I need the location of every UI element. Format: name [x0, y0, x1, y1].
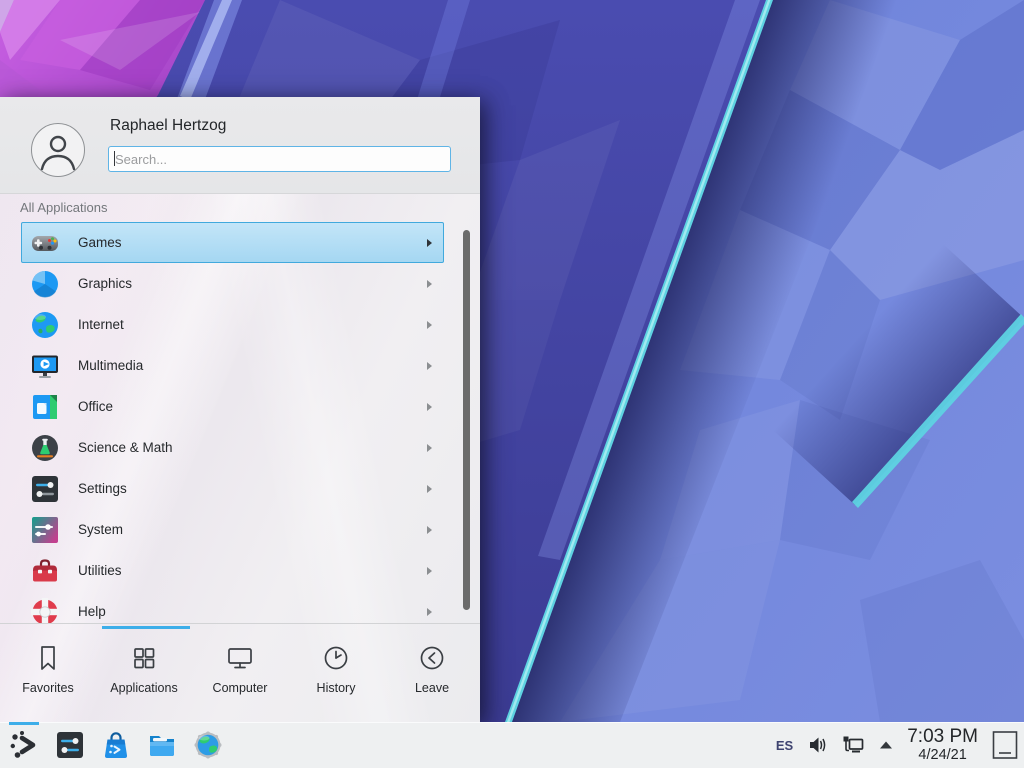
history-clock-icon: [320, 642, 352, 674]
tab-computer[interactable]: Computer: [192, 624, 288, 723]
applications-grid-icon: [128, 642, 160, 674]
digital-clock[interactable]: 7:03 PM 4/24/21: [907, 727, 978, 763]
category-row-science-math[interactable]: Science & Math: [0, 427, 480, 468]
tab-history[interactable]: History: [288, 624, 384, 723]
launcher-tab-bar: Favorites Applications: [0, 623, 480, 723]
section-label: All Applications: [20, 200, 107, 215]
active-tab-indicator: [102, 626, 190, 629]
submenu-arrow-icon: [427, 239, 432, 247]
tab-label: Favorites: [22, 681, 73, 695]
category-label: System: [78, 522, 123, 537]
category-row-graphics[interactable]: Graphics: [0, 263, 480, 304]
tab-label: Applications: [110, 681, 177, 695]
text-caret: [114, 151, 115, 166]
keyboard-layout-indicator[interactable]: ES: [776, 738, 793, 753]
favorites-bookmark-icon: [32, 642, 64, 674]
submenu-arrow-icon: [427, 403, 432, 411]
submenu-arrow-icon: [427, 485, 432, 493]
category-label: Multimedia: [78, 358, 143, 373]
tab-applications[interactable]: Applications: [96, 624, 192, 723]
office-category-icon: [29, 391, 61, 423]
launcher-header: Raphael Hertzog: [0, 97, 480, 194]
category-label: Utilities: [78, 563, 122, 578]
graphics-category-icon: [29, 268, 61, 300]
submenu-arrow-icon: [427, 608, 432, 616]
system-settings-button[interactable]: [54, 722, 86, 768]
submenu-arrow-icon: [427, 362, 432, 370]
tab-label: Leave: [415, 681, 449, 695]
expand-tray-arrow-icon[interactable]: [878, 740, 894, 750]
application-launcher-button[interactable]: [8, 722, 40, 768]
help-category-icon: [29, 596, 61, 624]
category-row-internet[interactable]: Internet: [0, 304, 480, 345]
category-label: Games: [78, 235, 122, 250]
category-row-utilities[interactable]: Utilities: [0, 550, 480, 591]
taskbar-pinned-apps: [0, 722, 238, 768]
category-row-office[interactable]: Office: [0, 386, 480, 427]
category-row-games[interactable]: Games: [0, 222, 480, 263]
volume-icon[interactable]: [808, 735, 828, 755]
list-scrollbar[interactable]: [463, 230, 470, 610]
user-avatar-icon: [31, 123, 85, 177]
settings-category-icon: [29, 473, 61, 505]
discover-software-center-button[interactable]: [100, 722, 132, 768]
category-label: Internet: [78, 317, 124, 332]
tab-label: Computer: [213, 681, 268, 695]
system-tray: ES: [776, 722, 1024, 768]
web-browser-button[interactable]: [192, 722, 224, 768]
system-settings-icon: [54, 729, 86, 761]
category-row-help[interactable]: Help: [0, 591, 480, 623]
leave-back-icon: [416, 642, 448, 674]
games-category-icon: [29, 227, 61, 259]
application-launcher-icon: [8, 729, 40, 761]
submenu-arrow-icon: [427, 444, 432, 452]
system-category-icon: [29, 514, 61, 546]
dolphin-file-manager-icon: [146, 729, 178, 761]
submenu-arrow-icon: [427, 321, 432, 329]
computer-monitor-icon: [224, 642, 256, 674]
show-desktop-icon: [992, 730, 1018, 760]
category-label: Settings: [78, 481, 127, 496]
category-list: Games Graphics: [0, 222, 480, 623]
tab-label: History: [317, 681, 356, 695]
desktop: Raphael Hertzog All Applications: [0, 0, 1024, 768]
category-row-multimedia[interactable]: Multimedia: [0, 345, 480, 386]
submenu-arrow-icon: [427, 567, 432, 575]
tab-leave[interactable]: Leave: [384, 624, 480, 723]
search-input[interactable]: [108, 146, 451, 172]
discover-software-center-icon: [100, 729, 132, 761]
category-row-system[interactable]: System: [0, 509, 480, 550]
tab-favorites[interactable]: Favorites: [0, 624, 96, 723]
dolphin-file-manager-button[interactable]: [146, 722, 178, 768]
active-app-indicator: [9, 722, 39, 725]
science-math-category-icon: [29, 432, 61, 464]
clock-date: 4/24/21: [918, 748, 966, 763]
category-row-settings[interactable]: Settings: [0, 468, 480, 509]
multimedia-category-icon: [29, 350, 61, 382]
user-display-name: Raphael Hertzog: [110, 117, 226, 135]
clock-time: 7:03 PM: [907, 727, 978, 746]
submenu-arrow-icon: [427, 526, 432, 534]
category-label: Office: [78, 399, 113, 414]
category-label: Science & Math: [78, 440, 173, 455]
utilities-category-icon: [29, 555, 61, 587]
internet-category-icon: [29, 309, 61, 341]
category-label: Help: [78, 604, 106, 619]
show-desktop-button[interactable]: [992, 730, 1018, 760]
category-label: Graphics: [78, 276, 132, 291]
taskbar: ES: [0, 722, 1024, 768]
submenu-arrow-icon: [427, 280, 432, 288]
web-browser-icon: [192, 729, 224, 761]
application-launcher-menu: Raphael Hertzog All Applications: [0, 97, 480, 722]
wired-network-icon[interactable]: [841, 734, 865, 756]
